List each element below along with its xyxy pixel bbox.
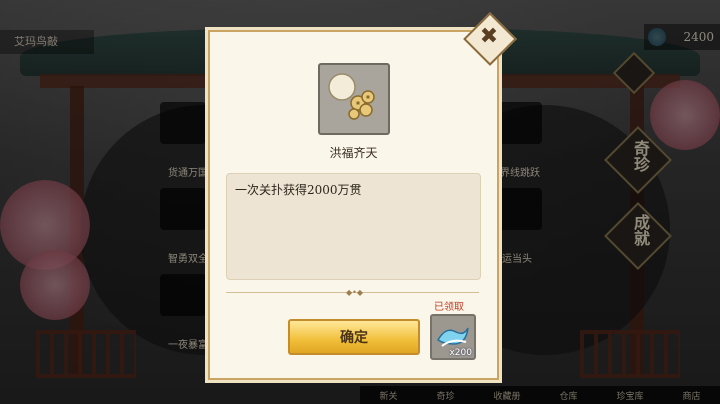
confirm-button[interactable]: 确定 bbox=[288, 319, 420, 355]
description-box: 一次关扑获得2000万贯 bbox=[226, 173, 481, 280]
close-icon[interactable]: ✖ bbox=[476, 22, 502, 52]
coins-icon bbox=[328, 73, 375, 120]
item-icon-frame bbox=[318, 63, 390, 135]
description-text: 一次关扑获得2000万贯 bbox=[235, 183, 362, 197]
reward-count: x200 bbox=[449, 348, 472, 358]
reward-item[interactable]: x200 bbox=[430, 314, 476, 360]
item-title: 洪福齐天 bbox=[329, 146, 378, 160]
divider-ornament: ◆•◆ bbox=[346, 288, 364, 297]
achievement-dialog: 洪福齐天 一次关扑获得2000万贯 ◆•◆ 确定 已领取 x200 bbox=[208, 30, 499, 380]
claimed-label: 已领取 bbox=[434, 302, 464, 313]
